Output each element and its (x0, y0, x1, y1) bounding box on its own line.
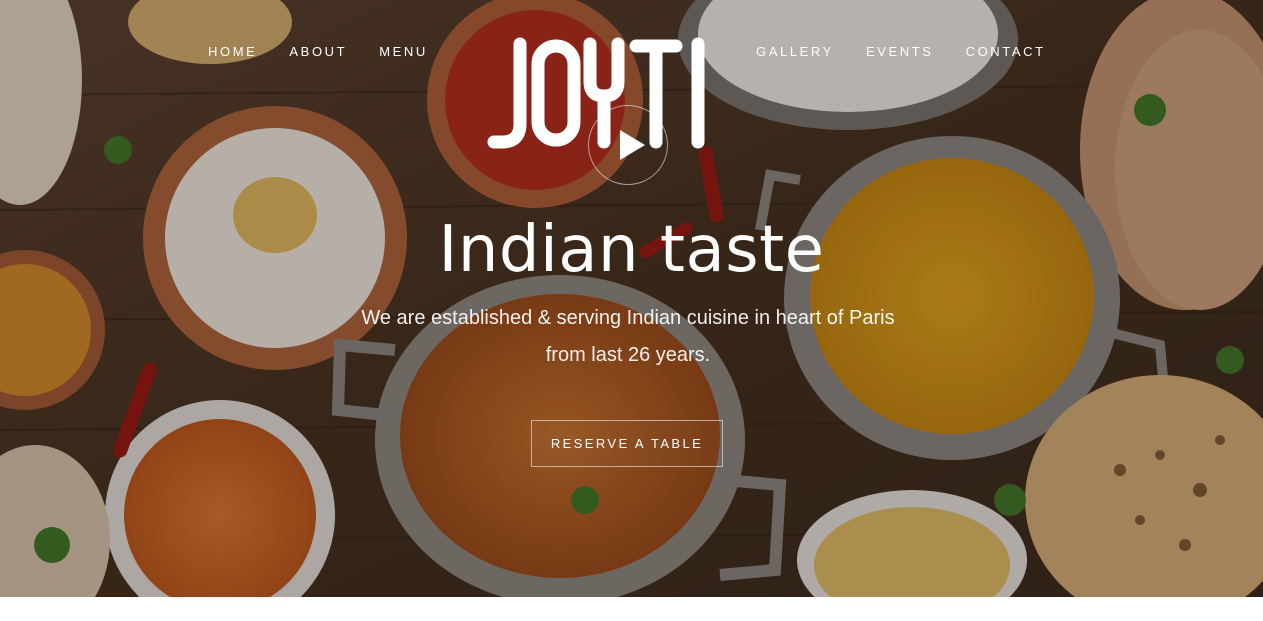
hero-tagline: We are established & serving Indian cuis… (0, 300, 1256, 374)
nav-item-home[interactable]: HOME (208, 44, 257, 64)
nav-item-contact[interactable]: CONTACT (966, 44, 1046, 64)
nav-item-gallery[interactable]: GALLERY (756, 44, 834, 64)
reserve-table-button[interactable]: RESERVE A TABLE (531, 420, 723, 467)
nav-item-menu[interactable]: MENU (379, 44, 428, 64)
tagline-line-2: from last 26 years. (545, 344, 711, 366)
hero-headline: Indian taste (438, 213, 825, 287)
nav-item-about[interactable]: ABOUT (289, 44, 347, 64)
nav-right: GALLERY EVENTS CONTACT (756, 44, 1046, 64)
nav-left: HOME ABOUT MENU (208, 44, 428, 64)
nav-item-events[interactable]: EVENTS (866, 44, 934, 64)
hero-section: HOME ABOUT MENU GALLERY EVENTS CONTACT I… (0, 0, 1263, 597)
video-play-button[interactable] (588, 105, 668, 185)
play-icon (620, 130, 645, 160)
tagline-line-1: We are established & serving Indian cuis… (361, 307, 895, 329)
